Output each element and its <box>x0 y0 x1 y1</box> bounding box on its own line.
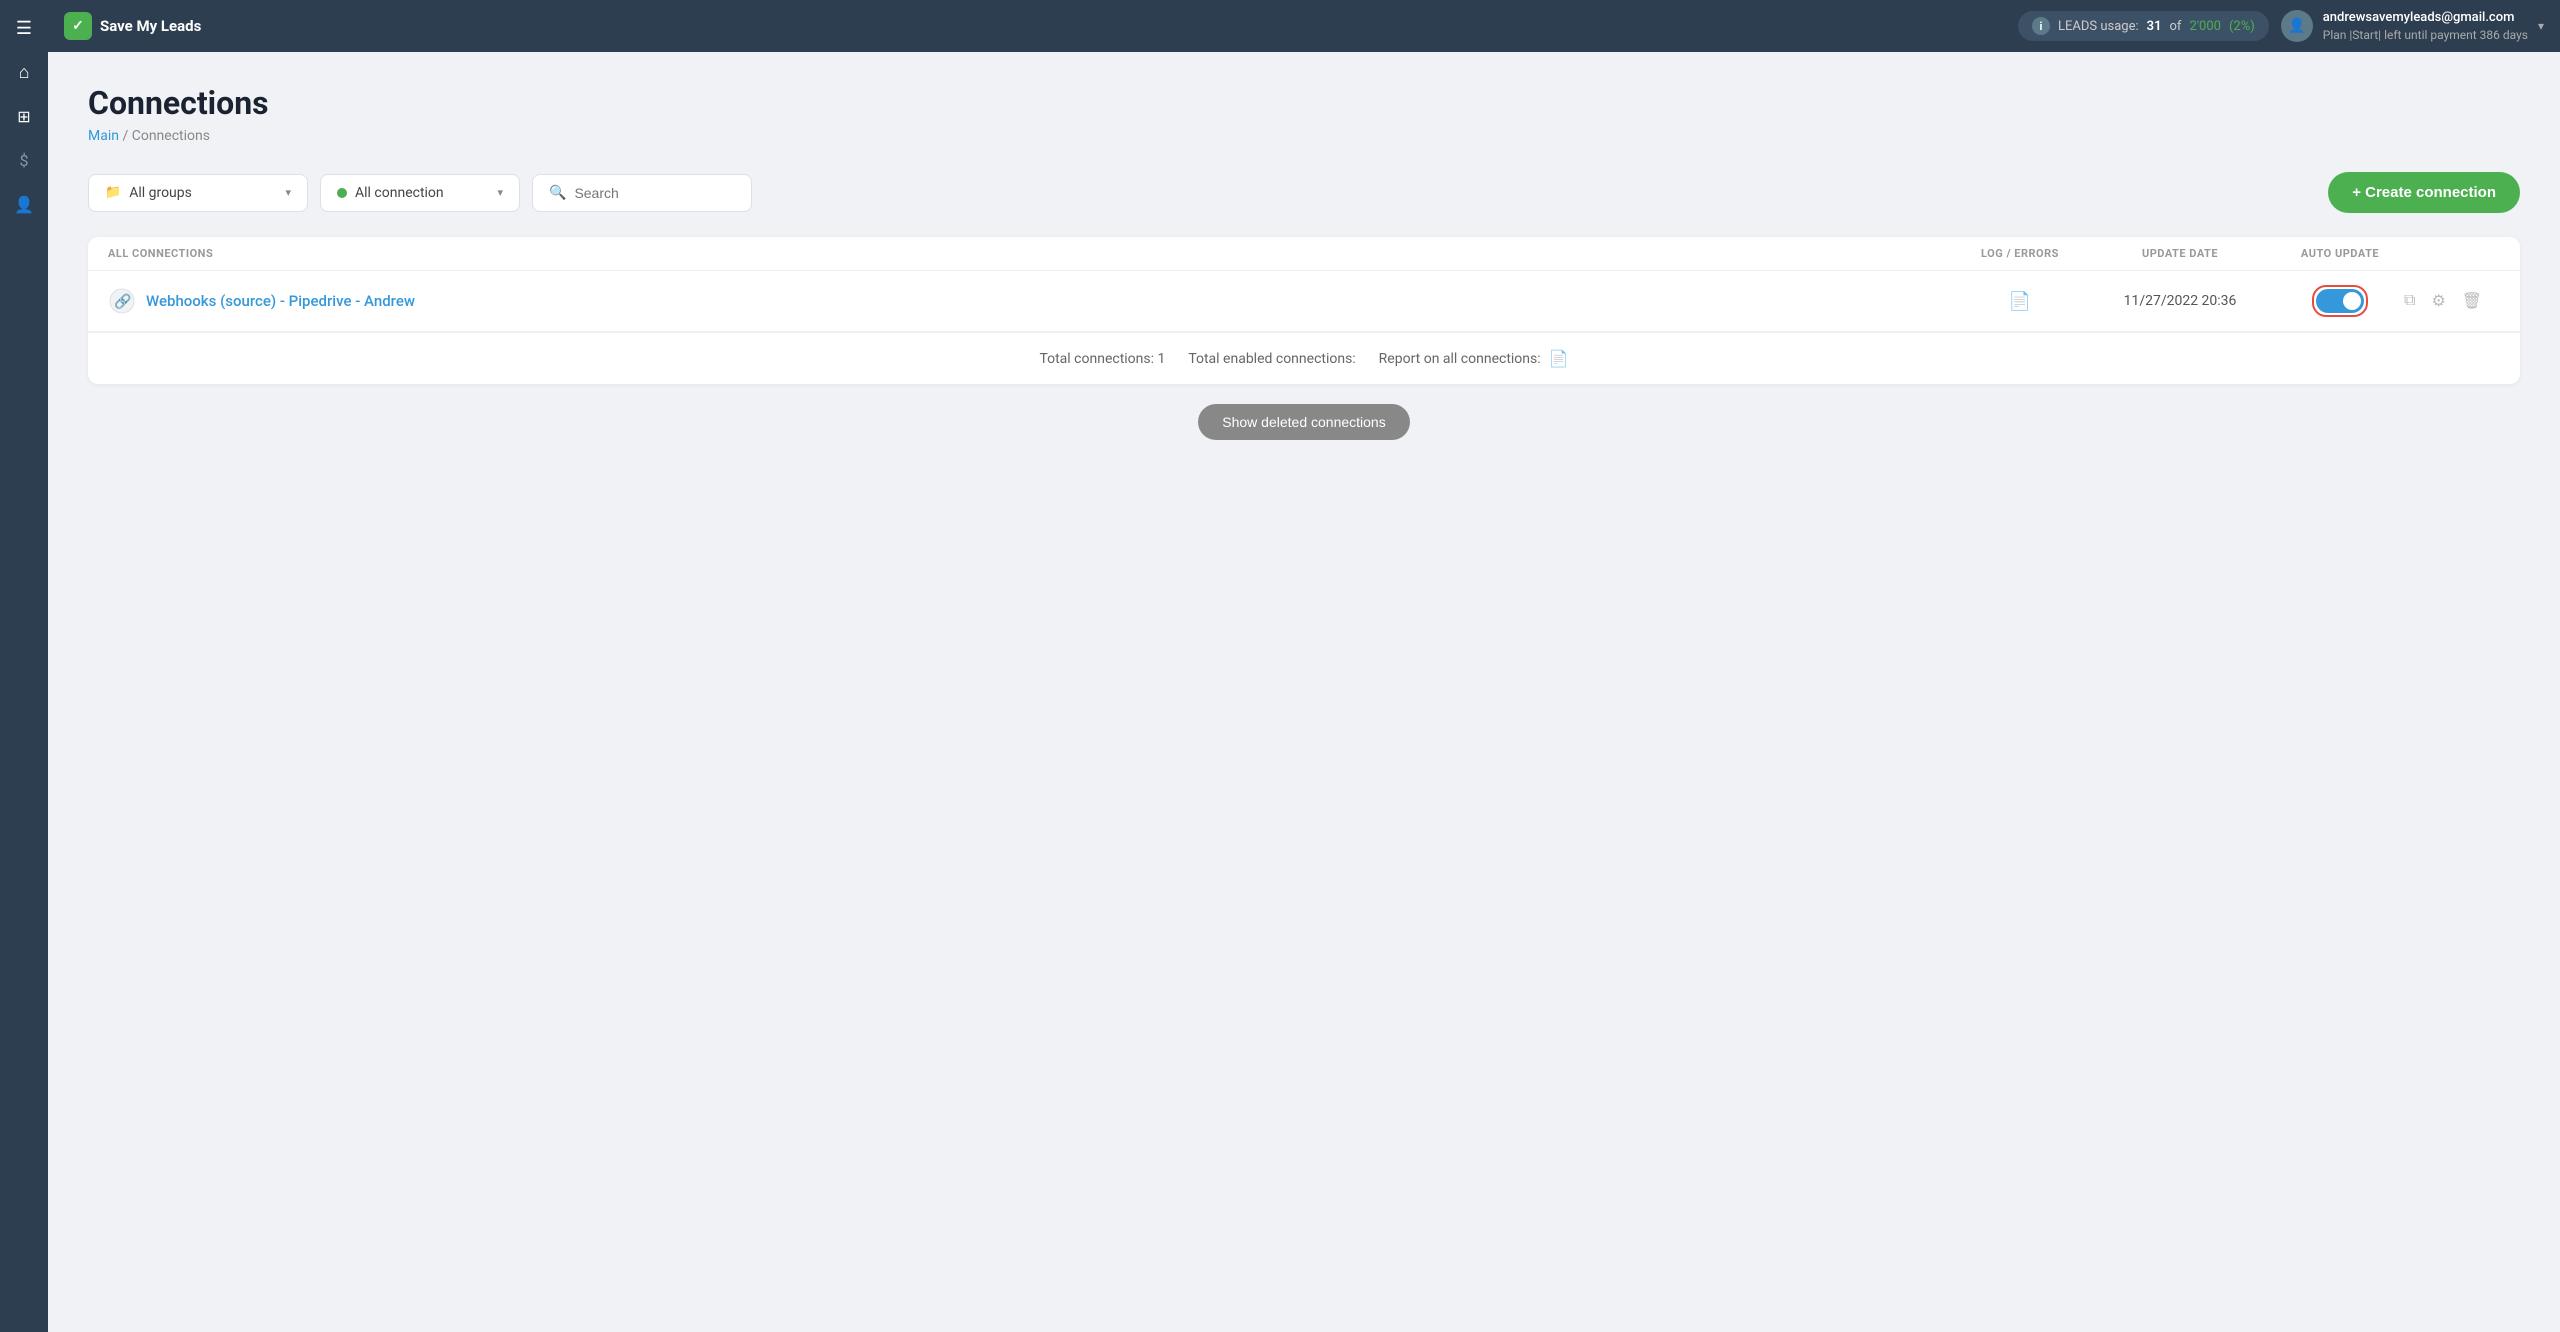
col-header-update-date: UPDATE DATE <box>2080 247 2280 260</box>
svg-text:🔗: 🔗 <box>114 292 132 310</box>
report-label: Report on all connections: <box>1379 351 1541 367</box>
breadcrumb-separator: / <box>119 128 132 144</box>
connection-name-cell: 🔗 Webhooks (source) - Pipedrive - Andrew <box>108 287 1960 315</box>
logo-icon: ✓ <box>64 12 92 40</box>
toggle-knob <box>2343 292 2361 310</box>
settings-button[interactable]: ⚙ <box>2427 287 2449 315</box>
update-date-cell: 11/27/2022 20:36 <box>2080 293 2280 309</box>
main-container: ✓ Save My Leads i LEADS usage: 31 of 2'0… <box>48 0 2560 1332</box>
table-header: ALL CONNECTIONS LOG / ERRORS UPDATE DATE… <box>88 237 2520 271</box>
groups-filter[interactable]: 📁 All groups ▾ <box>88 174 308 212</box>
connection-filter-label: All connection <box>355 185 489 201</box>
user-plan: Plan |Start| left until payment 386 days <box>2323 27 2528 44</box>
page-title: Connections <box>88 84 2520 122</box>
user-details: andrewsavemyleads@gmail.com Plan |Start|… <box>2323 9 2528 44</box>
table-row: 🔗 Webhooks (source) - Pipedrive - Andrew… <box>88 271 2520 332</box>
sidebar-item-integrations[interactable]: ⊞ <box>4 96 44 136</box>
log-file-icon[interactable]: 📄 <box>2009 291 2031 312</box>
connection-link[interactable]: Webhooks (source) - Pipedrive - Andrew <box>146 292 415 310</box>
home-icon: ⌂ <box>19 62 30 83</box>
leads-separator: of <box>2170 19 2182 34</box>
search-box: 🔍 <box>532 174 752 212</box>
chevron-down-icon: ▾ <box>2538 19 2544 33</box>
folder-icon: 📁 <box>105 185 121 200</box>
connection-filter[interactable]: All connection ▾ <box>320 174 520 212</box>
user-info[interactable]: 👤 andrewsavemyleads@gmail.com Plan |Star… <box>2281 9 2544 44</box>
create-connection-button[interactable]: + Create connection <box>2328 172 2520 213</box>
log-errors-cell: 📄 <box>1960 291 2080 312</box>
app-name: Save My Leads <box>100 17 201 35</box>
breadcrumb: Main / Connections <box>88 128 2520 144</box>
groups-chevron-icon: ▾ <box>285 186 291 199</box>
report-file-icon[interactable]: 📄 <box>1549 349 1569 368</box>
app-logo[interactable]: ✓ Save My Leads <box>64 12 201 40</box>
filters-row: 📁 All groups ▾ All connection ▾ 🔍 + Crea… <box>88 172 2520 213</box>
info-icon: i <box>2032 17 2050 35</box>
table-footer: Total connections: 1 Total enabled conne… <box>88 332 2520 384</box>
search-input[interactable] <box>574 185 734 201</box>
leads-total: 2'000 <box>2189 19 2221 34</box>
webhook-icon: 🔗 <box>108 287 136 315</box>
breadcrumb-current: Connections <box>132 128 210 144</box>
integrations-icon: ⊞ <box>17 107 30 126</box>
leads-percent: (2%) <box>2229 19 2255 34</box>
total-connections: Total connections: 1 <box>1039 351 1165 367</box>
profile-icon: 👤 <box>14 195 34 214</box>
content-area: Connections Main / Connections 📁 All gro… <box>48 52 2560 1332</box>
show-deleted-wrapper: Show deleted connections <box>88 404 2520 440</box>
user-email: andrewsavemyleads@gmail.com <box>2323 9 2528 27</box>
sidebar-item-home[interactable]: ⌂ <box>4 52 44 92</box>
groups-filter-label: All groups <box>129 185 277 201</box>
total-enabled-connections: Total enabled connections: <box>1188 351 1355 367</box>
connection-chevron-icon: ▾ <box>497 186 503 199</box>
leads-usage-badge: i LEADS usage: 31 of 2'000 (2%) <box>2018 11 2269 41</box>
auto-update-toggle[interactable] <box>2316 289 2364 313</box>
auto-update-toggle-wrapper <box>2312 285 2368 317</box>
breadcrumb-main-link[interactable]: Main <box>88 128 119 144</box>
sidebar-item-billing[interactable]: $ <box>4 140 44 180</box>
topnav: ✓ Save My Leads i LEADS usage: 31 of 2'0… <box>48 0 2560 52</box>
col-header-auto-update: AUTO UPDATE <box>2280 247 2400 260</box>
sidebar-item-profile[interactable]: 👤 <box>4 184 44 224</box>
sidebar-item-menu[interactable]: ☰ <box>4 8 44 48</box>
billing-icon: $ <box>20 151 29 170</box>
search-icon: 🔍 <box>549 185 566 201</box>
col-header-log-errors: LOG / ERRORS <box>1960 247 2080 260</box>
connections-table: ALL CONNECTIONS LOG / ERRORS UPDATE DATE… <box>88 237 2520 384</box>
col-header-all-connections: ALL CONNECTIONS <box>108 247 1960 260</box>
row-actions-cell: ⧉ ⚙ 🗑 <box>2400 287 2500 315</box>
menu-icon: ☰ <box>16 18 32 39</box>
sidebar: ☰ ⌂ ⊞ $ 👤 <box>0 0 48 1332</box>
avatar: 👤 <box>2281 10 2313 42</box>
leads-usage-label: LEADS usage: <box>2058 19 2139 34</box>
delete-button[interactable]: 🗑 <box>2458 287 2486 315</box>
auto-update-cell <box>2280 285 2400 317</box>
copy-button[interactable]: ⧉ <box>2400 288 2419 314</box>
leads-current: 31 <box>2147 19 2162 34</box>
connection-status-dot <box>337 188 347 198</box>
show-deleted-button[interactable]: Show deleted connections <box>1198 404 1409 440</box>
